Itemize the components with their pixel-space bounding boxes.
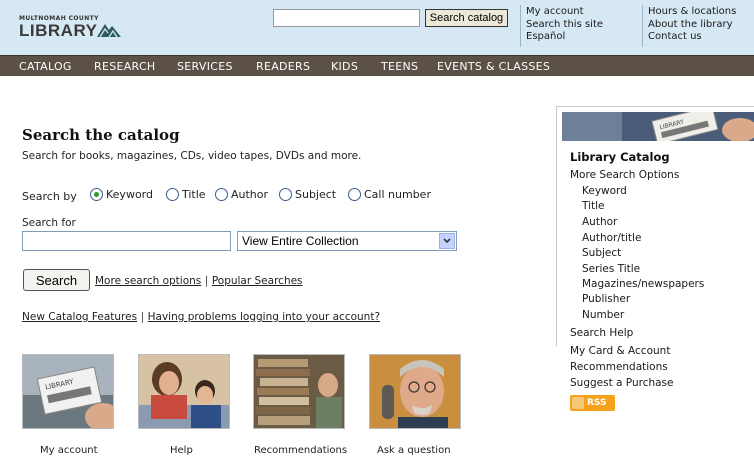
library-card-photo[interactable]: LIBRARY — [22, 354, 114, 429]
site-search-input[interactable] — [273, 9, 420, 27]
nav-kids[interactable]: KIDS — [331, 60, 358, 73]
collection-select-value: View Entire Collection — [242, 234, 359, 248]
chevron-down-icon[interactable] — [439, 233, 455, 249]
sidebar-item-author-title[interactable]: Author/title — [582, 232, 641, 244]
radio-icon[interactable] — [279, 188, 292, 201]
rss-icon — [572, 397, 584, 409]
search-for-input[interactable] — [22, 231, 231, 251]
search-by-label: Search by — [22, 190, 77, 203]
header-divider — [642, 5, 643, 47]
radio-icon[interactable] — [166, 188, 179, 201]
nav-events-classes[interactable]: EVENTS & CLASSES — [437, 60, 550, 73]
page-title: Search the catalog — [22, 126, 180, 144]
sidebar-item-series-title[interactable]: Series Title — [582, 263, 640, 275]
search-for-label: Search for — [22, 217, 76, 229]
header-divider — [520, 5, 521, 47]
tile-help[interactable]: Help — [138, 354, 230, 456]
my-card-account-link[interactable]: My Card & Account — [570, 345, 670, 357]
mountain-icon — [97, 24, 121, 37]
radio-title[interactable]: Title — [166, 188, 206, 201]
header-links-secondary: Hours & locations About the library Cont… — [648, 6, 736, 44]
contact-us-link[interactable]: Contact us — [648, 31, 736, 44]
radio-author-label: Author — [231, 188, 269, 201]
site-header: MULTNOMAH COUNTY LIBRARY Search catalog … — [0, 0, 754, 55]
main-nav: CATALOG RESEARCH SERVICES READERS KIDS T… — [0, 55, 754, 76]
collection-select[interactable]: View Entire Collection — [237, 231, 457, 251]
radio-call-number-label: Call number — [364, 188, 431, 201]
logo-library-text: LIBRARY — [19, 21, 98, 40]
sidebar-heading: Library Catalog — [570, 150, 670, 164]
rss-button[interactable]: RSS — [570, 395, 615, 411]
nav-readers[interactable]: READERS — [256, 60, 310, 73]
sidebar-item-subject[interactable]: Subject — [582, 247, 621, 259]
radio-icon[interactable] — [215, 188, 228, 201]
search-by-group: Search by Keyword Title Author Subject C… — [22, 188, 462, 204]
nav-teens[interactable]: TEENS — [381, 60, 418, 73]
nav-research[interactable]: RESEARCH — [94, 60, 156, 73]
sidebar-item-number[interactable]: Number — [582, 309, 624, 321]
radio-keyword-label: Keyword — [106, 188, 153, 201]
nav-services[interactable]: SERVICES — [177, 60, 233, 73]
my-account-link[interactable]: My account — [526, 6, 603, 19]
sidebar-item-author[interactable]: Author — [582, 216, 617, 228]
sidebar-item-magazines[interactable]: Magazines/newspapers — [582, 278, 704, 290]
link-separator: | — [204, 275, 209, 287]
link-separator: | — [140, 311, 145, 323]
radio-keyword[interactable]: Keyword — [90, 188, 153, 201]
about-library-link[interactable]: About the library — [648, 19, 736, 32]
sidebar-item-publisher[interactable]: Publisher — [582, 293, 630, 305]
search-help-link[interactable]: Search Help — [570, 327, 633, 339]
nav-catalog[interactable]: CATALOG — [19, 60, 72, 73]
search-button[interactable]: Search — [23, 269, 90, 291]
new-catalog-features-link[interactable]: New Catalog Features — [22, 311, 137, 323]
sidebar-item-title[interactable]: Title — [582, 200, 605, 212]
espanol-link[interactable]: Español — [526, 31, 603, 44]
radio-author[interactable]: Author — [215, 188, 268, 201]
book-stacks-photo[interactable] — [253, 354, 345, 429]
popular-searches-link[interactable]: Popular Searches — [212, 275, 303, 287]
tile-caption[interactable]: Help — [170, 445, 193, 456]
search-links-row: More search options | Popular Searches — [95, 274, 303, 287]
recommendations-link[interactable]: Recommendations — [570, 361, 668, 373]
more-search-options-link[interactable]: More search options — [95, 275, 201, 287]
radio-icon[interactable] — [348, 188, 361, 201]
radio-selected-icon[interactable] — [90, 188, 103, 201]
help-links-row: New Catalog Features | Having problems l… — [22, 310, 380, 323]
tile-caption[interactable]: Recommendations — [254, 445, 347, 456]
library-logo[interactable]: MULTNOMAH COUNTY LIBRARY — [19, 15, 121, 40]
search-site-link[interactable]: Search this site — [526, 19, 603, 32]
tile-caption[interactable]: Ask a question — [377, 445, 451, 456]
tile-my-account[interactable]: LIBRARY My account — [22, 354, 114, 456]
radio-call-number[interactable]: Call number — [348, 188, 431, 201]
tile-ask-question[interactable]: Ask a question — [369, 354, 461, 456]
sidebar-item-keyword[interactable]: Keyword — [582, 185, 627, 197]
radio-subject[interactable]: Subject — [279, 188, 336, 201]
sidebar-card-photo: LIBRARY — [562, 112, 754, 141]
login-problems-link[interactable]: Having problems logging into your accoun… — [148, 311, 380, 323]
tile-caption[interactable]: My account — [40, 445, 98, 456]
radio-title-label: Title — [182, 188, 206, 201]
help-photo[interactable] — [138, 354, 230, 429]
header-links-primary: My account Search this site Español — [526, 6, 603, 44]
more-search-options-sidebar-link[interactable]: More Search Options — [570, 169, 679, 181]
librarian-photo[interactable] — [369, 354, 461, 429]
search-catalog-button[interactable]: Search catalog — [425, 9, 508, 27]
suggest-purchase-link[interactable]: Suggest a Purchase — [570, 377, 674, 389]
tile-recommendations[interactable]: Recommendations — [253, 354, 347, 456]
hours-locations-link[interactable]: Hours & locations — [648, 6, 736, 19]
page-description: Search for books, magazines, CDs, video … — [22, 150, 362, 162]
rss-label: RSS — [587, 398, 607, 408]
radio-subject-label: Subject — [295, 188, 337, 201]
